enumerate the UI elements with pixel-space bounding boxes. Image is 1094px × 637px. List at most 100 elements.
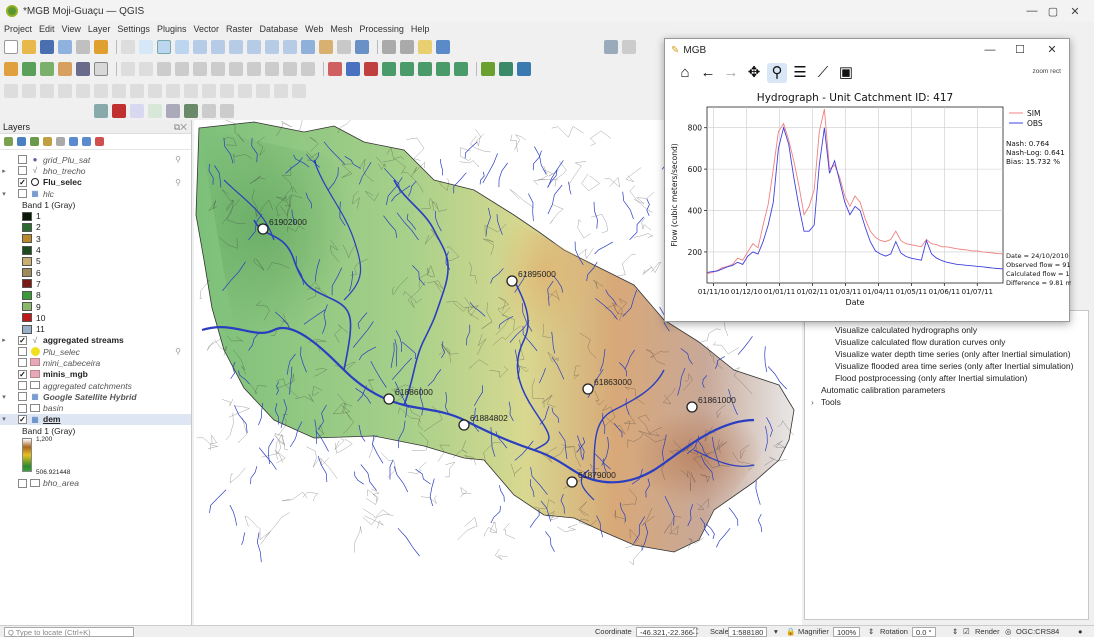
axes-icon[interactable]: ⟋ <box>813 63 833 83</box>
layer-item-google-satellite-hybrid[interactable]: ▾ ▦ Google Satellite Hybrid <box>0 391 191 402</box>
label-change-icon[interactable] <box>94 84 108 98</box>
plugin-1-icon[interactable] <box>481 62 495 76</box>
layer-visibility-checkbox[interactable]: ✓ <box>18 177 27 187</box>
add-feature-icon[interactable] <box>22 62 36 76</box>
layer-item-plu-selec[interactable]: Plu_selec ⚲ <box>0 346 191 357</box>
refresh-icon[interactable] <box>355 40 369 54</box>
measure-line-icon[interactable] <box>94 104 108 118</box>
mgb-tool-2-icon[interactable] <box>346 62 360 76</box>
home-icon[interactable]: ⌂ <box>675 63 695 83</box>
measure-icon[interactable] <box>436 40 450 54</box>
collapse-all-icon[interactable] <box>82 137 91 146</box>
zoom-in-icon[interactable] <box>157 40 171 54</box>
filter-legend-icon[interactable] <box>43 137 52 146</box>
add-ring-icon[interactable] <box>184 84 198 98</box>
layer-visibility-checkbox[interactable]: ✓ <box>18 369 27 379</box>
layer-visibility-checkbox[interactable] <box>18 347 27 357</box>
option-flow-duration-curves[interactable]: Visualize calculated flow duration curve… <box>835 337 1005 347</box>
mgb-close-button[interactable]: ✕ <box>1037 39 1067 61</box>
lock-scale-icon[interactable]: 🔒 <box>786 627 795 636</box>
hydrograph-svg[interactable]: Hydrograph - Unit Catchment ID: 417 200 40… <box>665 87 1072 323</box>
menu-web[interactable]: Web <box>305 24 323 34</box>
layer-item-hlc[interactable]: ▾ ▦ hlc <box>0 188 191 199</box>
print-layout-icon[interactable] <box>76 40 90 54</box>
manage-map-themes-icon[interactable] <box>30 137 39 146</box>
python-console-icon[interactable] <box>622 40 636 54</box>
series-line-sim[interactable] <box>706 109 1004 275</box>
add-mesh-icon[interactable] <box>94 62 108 76</box>
magnifier-field[interactable]: 100% <box>833 627 861 637</box>
edit-toggle-icon[interactable] <box>139 62 153 76</box>
open-project-icon[interactable] <box>22 40 36 54</box>
undo-icon[interactable] <box>283 62 297 76</box>
menu-mesh[interactable]: Mesh <box>330 24 352 34</box>
collapse-arrow-icon[interactable]: ▾ <box>0 415 8 423</box>
copy-features-icon[interactable] <box>247 62 261 76</box>
layer-item-bho-trecho[interactable]: ▸ √ bho_trecho <box>0 165 191 176</box>
back-icon[interactable]: ← <box>698 63 718 83</box>
collapse-arrow-icon[interactable]: ▾ <box>0 393 8 401</box>
station-marker[interactable] <box>383 393 395 405</box>
layer-visibility-checkbox[interactable]: ✓ <box>18 414 27 424</box>
map-tips-icon[interactable] <box>148 104 162 118</box>
zoom-last-icon[interactable] <box>265 40 279 54</box>
option-flooded-area[interactable]: Visualize flooded area time series (only… <box>835 361 1073 371</box>
edit-pencil-icon[interactable] <box>121 62 135 76</box>
save-icon[interactable]: ▣ <box>836 63 856 83</box>
simplify-icon[interactable] <box>166 84 180 98</box>
tree-expand-icon[interactable]: › <box>811 397 814 407</box>
forward-icon[interactable]: → <box>721 63 741 83</box>
close-button[interactable]: ✕ <box>1060 0 1090 22</box>
annotation-icon[interactable] <box>166 104 180 118</box>
layer-item-mini-cabeceira[interactable]: mini_cabeceira <box>0 357 191 368</box>
new-project-icon[interactable] <box>4 40 18 54</box>
magnifier-spin-icon[interactable]: ⇕ <box>868 627 874 636</box>
plugin-3-icon[interactable] <box>517 62 531 76</box>
layer-visibility-checkbox[interactable] <box>18 392 27 402</box>
station-marker[interactable] <box>582 383 594 395</box>
mgb-tool-8-icon[interactable] <box>454 62 468 76</box>
reshape-icon[interactable] <box>256 84 270 98</box>
gps-icon[interactable] <box>112 104 126 118</box>
locate-search-input[interactable]: Q Type to locate (Ctrl+K) <box>4 627 134 637</box>
layer-visibility-checkbox[interactable] <box>18 155 27 165</box>
rotate-icon[interactable] <box>148 84 162 98</box>
processing-toolbox-icon[interactable] <box>604 40 618 54</box>
identify-icon[interactable] <box>382 40 396 54</box>
layer-visibility-checkbox[interactable] <box>18 358 27 368</box>
layer-item-basin[interactable]: basin <box>0 403 191 414</box>
menu-database[interactable]: Database <box>260 24 299 34</box>
remove-layer-icon[interactable] <box>95 137 104 146</box>
expand-arrow-icon[interactable]: ▸ <box>0 336 8 344</box>
menu-plugins[interactable]: Plugins <box>157 24 187 34</box>
menu-view[interactable]: View <box>62 24 81 34</box>
new-map-view-icon[interactable] <box>301 40 315 54</box>
menu-settings[interactable]: Settings <box>117 24 150 34</box>
diagram-icon[interactable] <box>112 84 126 98</box>
paste-features-icon[interactable] <box>265 62 279 76</box>
expand-all-icon[interactable] <box>69 137 78 146</box>
station-marker[interactable] <box>458 419 470 431</box>
menu-processing[interactable]: Processing <box>359 24 404 34</box>
pan-map-icon[interactable] <box>121 40 135 54</box>
hydrograph-plot[interactable]: Hydrograph - Unit Catchment ID: 417 200 40… <box>665 87 1072 323</box>
layer-item-bho-area[interactable]: bho_area <box>0 478 191 489</box>
zoom-selection-icon[interactable] <box>211 40 225 54</box>
layer-visibility-checkbox[interactable]: ✓ <box>18 335 27 345</box>
add-raster-icon[interactable] <box>76 62 90 76</box>
layer-warning-icon[interactable]: ⚲ <box>175 178 181 187</box>
add-polygon-icon[interactable] <box>175 62 189 76</box>
mgb-tool-3-icon[interactable] <box>364 62 378 76</box>
add-part-icon[interactable] <box>202 84 216 98</box>
style-manager-icon[interactable] <box>94 40 108 54</box>
zoom-native-icon[interactable] <box>247 40 261 54</box>
save-project-icon[interactable] <box>40 40 54 54</box>
menu-raster[interactable]: Raster <box>226 24 253 34</box>
move-feature-icon[interactable] <box>193 62 207 76</box>
option-flood-postprocessing[interactable]: Flood postprocessing (only after Inertia… <box>835 373 1027 383</box>
menu-vector[interactable]: Vector <box>193 24 219 34</box>
dock-close-icon[interactable]: ⧉✕ <box>174 120 187 134</box>
layer-visibility-checkbox[interactable] <box>18 189 27 199</box>
add-group-icon[interactable] <box>17 137 26 146</box>
option-tools[interactable]: Tools <box>821 397 841 407</box>
